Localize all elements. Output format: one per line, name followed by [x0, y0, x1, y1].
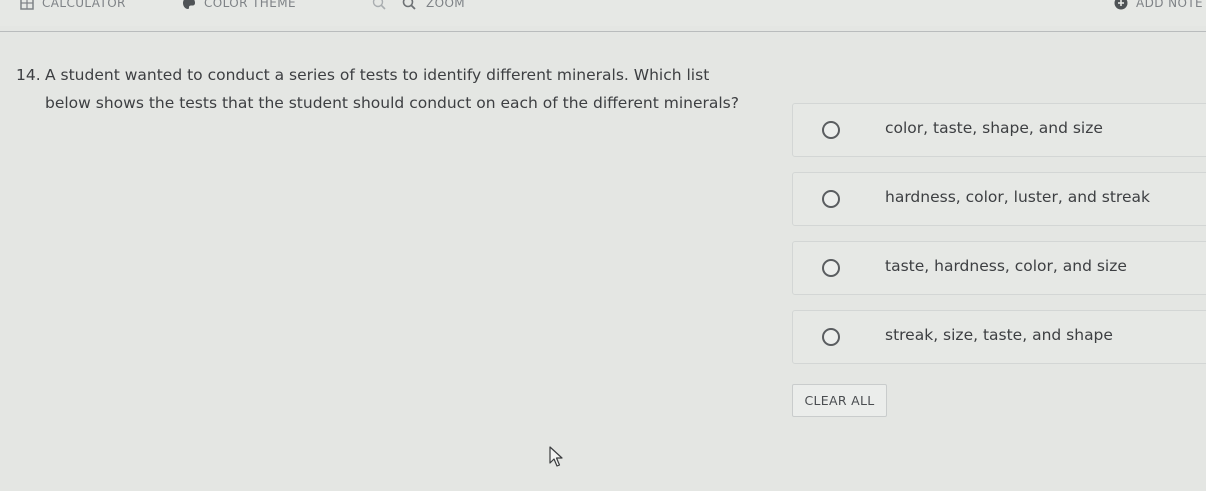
answer-option-2[interactable]: hardness, color, luster, and streak: [792, 172, 1206, 226]
radio-button[interactable]: [822, 259, 840, 277]
answer-option-label: color, taste, shape, and size: [885, 119, 1103, 137]
add-note-label: ADD NOTE: [1136, 0, 1204, 10]
answer-option-label: taste, hardness, color, and size: [885, 257, 1127, 275]
toolbar-divider: [0, 31, 1206, 32]
question: 14. A student wanted to conduct a series…: [16, 61, 746, 117]
color-theme-label: COLOR THEME: [204, 0, 296, 10]
plus-circle-icon: [1114, 0, 1128, 10]
answer-option-4[interactable]: streak, size, taste, and shape: [792, 310, 1206, 364]
mouse-pointer-icon: [549, 446, 565, 468]
zoom-controls: ZOOM: [372, 0, 465, 11]
color-theme-button[interactable]: COLOR THEME: [182, 0, 296, 11]
clear-all-button[interactable]: CLEAR ALL: [792, 384, 887, 417]
question-text: A student wanted to conduct a series of …: [45, 66, 739, 112]
zoom-in-icon[interactable]: [402, 0, 416, 10]
radio-button[interactable]: [822, 121, 840, 139]
radio-button[interactable]: [822, 328, 840, 346]
calculator-button[interactable]: CALCULATOR: [20, 0, 126, 11]
toolbar: CALCULATOR COLOR THEME ZOOM ADD NOTE: [0, 0, 1206, 26]
calculator-icon: [20, 0, 34, 10]
answer-option-label: streak, size, taste, and shape: [885, 326, 1113, 344]
palette-icon: [182, 0, 196, 10]
answer-option-1[interactable]: color, taste, shape, and size: [792, 103, 1206, 157]
calculator-label: CALCULATOR: [42, 0, 126, 10]
question-number: 14.: [16, 66, 41, 84]
radio-button[interactable]: [822, 190, 840, 208]
zoom-label: ZOOM: [426, 0, 466, 10]
answer-option-3[interactable]: taste, hardness, color, and size: [792, 241, 1206, 295]
add-note-button[interactable]: ADD NOTE: [1114, 0, 1203, 11]
zoom-out-icon[interactable]: [372, 0, 386, 10]
answer-option-label: hardness, color, luster, and streak: [885, 188, 1150, 206]
